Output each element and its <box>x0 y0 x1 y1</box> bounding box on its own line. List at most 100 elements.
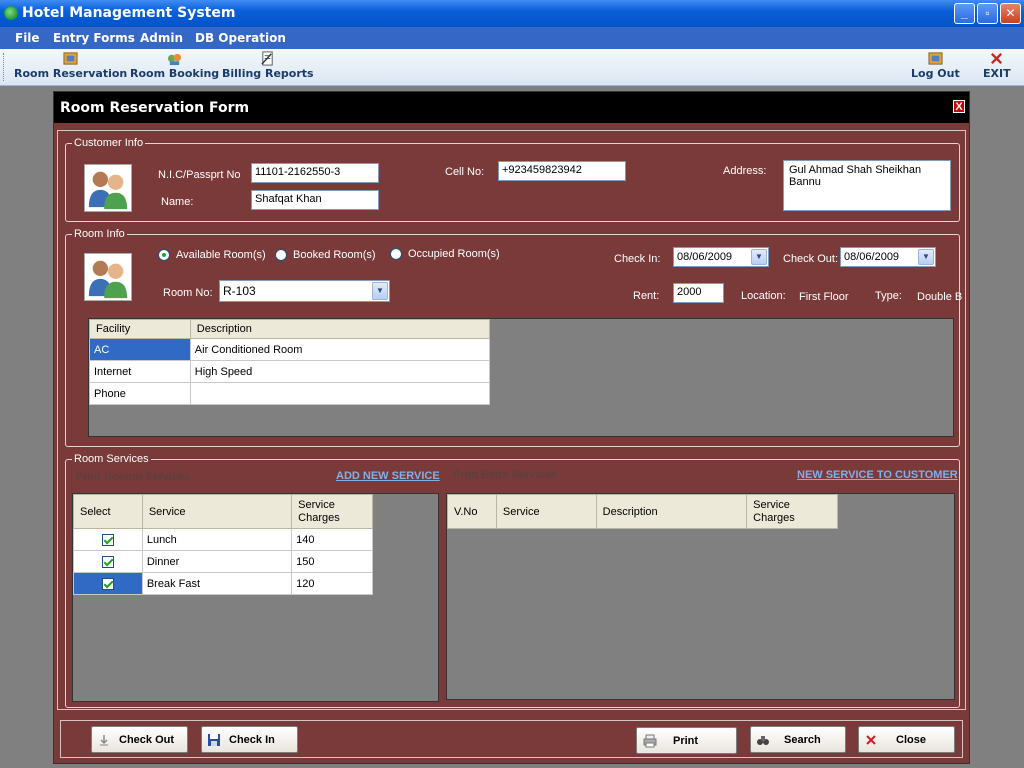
extra-description-column-header[interactable]: Description <box>595 494 748 529</box>
radio-booked-rooms[interactable]: Booked Room(s) <box>275 249 376 261</box>
rent-label: Rent: <box>633 290 660 302</box>
facility-cell[interactable]: Phone <box>89 382 191 405</box>
check-out-button[interactable]: Check Out <box>91 726 188 753</box>
extra-charges-column-header[interactable]: Service Charges <box>746 494 838 529</box>
app-icon <box>4 6 18 20</box>
room-no-label: Room No: <box>163 287 213 299</box>
close-button[interactable]: Close <box>858 726 955 753</box>
select-cell[interactable] <box>73 550 143 573</box>
name-input[interactable]: Shafqat Khan <box>251 190 379 210</box>
select-column-header[interactable]: Select <box>73 494 143 529</box>
check-out-label: Check Out: <box>783 253 839 265</box>
room-no-combo[interactable]: R-103 ▼ <box>219 280 390 302</box>
service-column-header[interactable]: Service <box>141 494 293 529</box>
facility-table: Facility Description AC Air Conditioned … <box>89 319 491 405</box>
room-booking-button[interactable]: Room Booking <box>130 51 219 80</box>
chevron-down-icon[interactable]: ▼ <box>918 249 934 265</box>
radio-occupied-rooms[interactable]: Occupied Room(s) <box>390 248 500 260</box>
print-button[interactable]: Print <box>636 727 737 754</box>
room-info-title: Room Info <box>72 228 127 240</box>
room-services-title: Room Services <box>72 453 151 465</box>
select-cell[interactable] <box>73 572 143 595</box>
toolbar-grip <box>3 53 6 81</box>
form-close-button[interactable]: X <box>953 100 965 113</box>
room-no-value: R-103 <box>223 284 256 298</box>
facility-cell[interactable]: Internet <box>89 360 191 383</box>
cell-label: Cell No: <box>445 166 485 178</box>
service-cell[interactable]: Dinner <box>141 550 293 573</box>
customer-info-group: Customer Info N.I.C/Passprt No 11101-216… <box>65 137 960 222</box>
printer-icon <box>643 734 657 747</box>
add-new-service-link[interactable]: ADD NEW SERVICE <box>336 470 440 482</box>
nic-label: N.I.C/Passprt No <box>158 169 241 181</box>
table-row[interactable]: Dinner 150 <box>73 550 373 573</box>
table-row[interactable]: Phone <box>89 382 491 405</box>
charges-cell[interactable]: 120 <box>291 572 373 595</box>
close-window-button[interactable]: ✕ <box>1000 3 1021 24</box>
rent-input[interactable]: 2000 <box>673 283 724 303</box>
billing-reports-button[interactable]: Billing Reports <box>222 51 314 80</box>
checkbox-checked-icon[interactable] <box>101 577 114 590</box>
address-input[interactable]: Gul Ahmad Shah Sheikhan Bannu <box>783 160 951 211</box>
vno-column-header[interactable]: V.No <box>447 494 497 529</box>
facility-cell[interactable]: AC <box>89 338 191 361</box>
radio-available-rooms[interactable]: Available Room(s) <box>158 249 266 261</box>
menu-file[interactable]: File <box>15 31 40 45</box>
search-button[interactable]: Search <box>750 726 846 753</box>
room-booking-icon <box>168 53 182 66</box>
service-cell[interactable]: Break Fast <box>141 572 293 595</box>
service-cell[interactable]: Lunch <box>141 528 293 551</box>
charges-cell[interactable]: 140 <box>291 528 373 551</box>
charges-cell[interactable]: 150 <box>291 550 373 573</box>
customer-info-title: Customer Info <box>72 137 146 149</box>
menu-entry-forms[interactable]: Entry Forms <box>53 31 135 45</box>
table-row[interactable]: AC Air Conditioned Room <box>89 338 491 361</box>
name-label: Name: <box>161 196 194 208</box>
location-value: First Floor <box>799 291 849 303</box>
logout-button[interactable]: Log Out <box>911 51 960 80</box>
description-cell[interactable]: High Speed <box>189 360 491 383</box>
charges-column-header[interactable]: Service Charges <box>291 494 373 529</box>
select-cell[interactable] <box>73 528 143 551</box>
room-reservation-button[interactable]: Room Reservation <box>14 51 127 80</box>
table-row[interactable]: Lunch 140 <box>73 528 373 551</box>
radio-occupied-dot <box>390 248 402 260</box>
minimize-button[interactable]: _ <box>954 3 975 24</box>
chevron-down-icon[interactable]: ▼ <box>372 282 388 300</box>
room-reservation-form: Room Reservation Form X Customer Info N.… <box>53 91 970 764</box>
restore-button[interactable]: ▫ <box>977 3 998 24</box>
menu-db-operation[interactable]: DB Operation <box>195 31 286 45</box>
logout-icon <box>928 52 943 65</box>
form-title: Room Reservation Form <box>54 92 969 123</box>
check-in-date[interactable]: 08/06/2009 ▼ <box>673 247 769 267</box>
location-label: Location: <box>741 290 786 302</box>
download-arrow-icon <box>100 734 108 745</box>
print-extra-services-label: Print Extra Services <box>453 469 557 481</box>
check-out-date[interactable]: 08/06/2009 ▼ <box>840 247 936 267</box>
services-header-row: Select Service Service Charges <box>73 494 373 529</box>
room-services-grid: Select Service Service Charges Lunch 140… <box>72 493 439 702</box>
facility-header-row: Facility Description <box>89 319 491 339</box>
exit-button[interactable]: EXIT <box>983 51 1011 80</box>
table-row[interactable]: Internet High Speed <box>89 360 491 383</box>
nic-input[interactable]: 11101-2162550-3 <box>251 163 379 183</box>
facility-column-header[interactable]: Facility <box>89 319 191 339</box>
check-in-label: Check In: <box>614 253 661 265</box>
form-content-frame: Customer Info N.I.C/Passprt No 11101-216… <box>57 130 966 710</box>
checkbox-checked-icon[interactable] <box>101 555 114 568</box>
check-in-button[interactable]: Check In <box>201 726 298 753</box>
new-service-to-customer-link[interactable]: NEW SERVICE TO CUSTOMER <box>797 469 958 481</box>
description-cell[interactable] <box>189 382 491 405</box>
description-column-header[interactable]: Description <box>189 319 491 339</box>
table-row[interactable]: Break Fast 120 <box>73 572 373 595</box>
room-services-table: Select Service Service Charges Lunch 140… <box>73 494 373 595</box>
extra-service-column-header[interactable]: Service <box>495 494 597 529</box>
type-value: Double B <box>917 291 963 303</box>
radio-available-dot <box>158 249 170 261</box>
description-cell[interactable]: Air Conditioned Room <box>189 338 491 361</box>
menu-admin[interactable]: Admin <box>140 31 183 45</box>
cell-input[interactable]: +923459823942 <box>498 161 626 181</box>
chevron-down-icon[interactable]: ▼ <box>751 249 767 265</box>
checkbox-checked-icon[interactable] <box>101 533 114 546</box>
room-info-group: Room Info Available Room(s) Booked Room(… <box>65 228 963 447</box>
